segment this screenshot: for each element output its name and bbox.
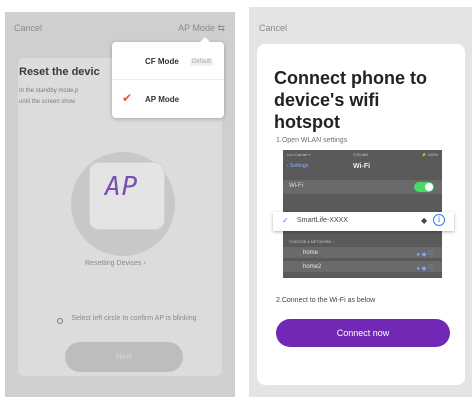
settings-back-link: ‹ Settings [287, 163, 309, 169]
step2-text: 2.Connect to the Wi-Fi as below [276, 297, 376, 304]
wifi-toggle-row: Wi-Fi [283, 180, 442, 194]
menu-item-label: AP Mode [145, 95, 180, 104]
wifi-label: Wi-Fi [289, 183, 303, 189]
menu-item-ap-mode[interactable]: ✔ AP Mode [112, 80, 224, 118]
connect-title: Connect phone to device's wifi hotspot [274, 68, 427, 132]
status-bar: ••••• Carrier ▿ 7:53 AM ⚡ 100% [283, 150, 442, 159]
choose-network-label: CHOOSE A NETWORK... [289, 239, 335, 244]
check-icon: ✔ [122, 91, 133, 105]
connect-now-button[interactable]: Connect now [276, 319, 450, 347]
menu-item-cf-mode[interactable]: CF Mode Default [112, 42, 224, 80]
nav-bar: ‹ Settings Wi-Fi [283, 159, 442, 175]
time-text: 7:53 AM [353, 152, 368, 157]
resetting-devices-link[interactable]: Resetting Devices › [85, 260, 146, 267]
network-icons: ● ◆ ⓘ [416, 252, 434, 258]
cancel-button[interactable]: Cancel [14, 23, 42, 33]
carrier-text: ••••• Carrier ▿ [287, 152, 311, 157]
mode-dropdown: CF Mode Default ✔ AP Mode [112, 37, 224, 118]
device-display-text: AP [105, 172, 139, 202]
menu-item-label: CF Mode [145, 57, 179, 66]
wifi-nav-title: Wi-Fi [353, 163, 371, 170]
network-icons: ● ◆ ⓘ [416, 266, 434, 272]
confirm-radio[interactable] [57, 318, 63, 324]
smartlife-network-name: SmartLife-XXXX [297, 217, 348, 224]
mode-switch-button[interactable]: AP Mode ⇆ [178, 23, 225, 34]
network-row: home2 ● ◆ ⓘ [283, 261, 442, 273]
battery-text: ⚡ 100% [421, 152, 438, 157]
wifi-toggle [414, 182, 434, 192]
step1-text: 1.Open WLAN settings [276, 137, 348, 144]
confirm-text: Select left circle to confirm AP is blin… [71, 315, 197, 322]
next-button[interactable]: Next [65, 342, 183, 372]
wifi-signal-icon: ◆ [421, 216, 428, 225]
connected-check-icon: ✓ [282, 216, 289, 225]
network-name: home [303, 250, 319, 256]
default-badge: Default [190, 58, 214, 66]
smartlife-network-row: ✓ SmartLife-XXXX ◆ i [273, 212, 454, 231]
reset-title: Reset the devic [19, 66, 100, 78]
network-name: home2 [303, 264, 322, 270]
cancel-button[interactable]: Cancel [259, 23, 287, 33]
network-row: home ● ◆ ⓘ [283, 247, 442, 259]
info-icon: i [433, 214, 445, 226]
